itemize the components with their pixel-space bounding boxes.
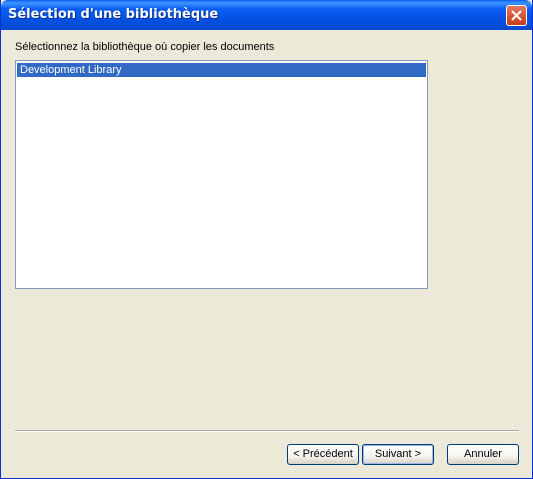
separator bbox=[15, 430, 519, 432]
instruction-label: Sélectionnez la bibliothèque où copier l… bbox=[15, 41, 275, 53]
dialog-window: Sélection d'une bibliothèque Sélectionne… bbox=[0, 0, 533, 479]
close-button[interactable] bbox=[506, 5, 527, 26]
close-icon bbox=[511, 10, 522, 21]
next-button[interactable]: Suivant > bbox=[362, 444, 434, 465]
library-listbox[interactable]: Development Library bbox=[15, 60, 428, 289]
previous-button[interactable]: < Précédent bbox=[287, 444, 359, 465]
window-title: Sélection d'une bibliothèque bbox=[8, 7, 219, 22]
title-bar[interactable]: Sélection d'une bibliothèque bbox=[1, 0, 532, 30]
cancel-button[interactable]: Annuler bbox=[447, 444, 519, 465]
list-item-development-library[interactable]: Development Library bbox=[17, 63, 426, 77]
